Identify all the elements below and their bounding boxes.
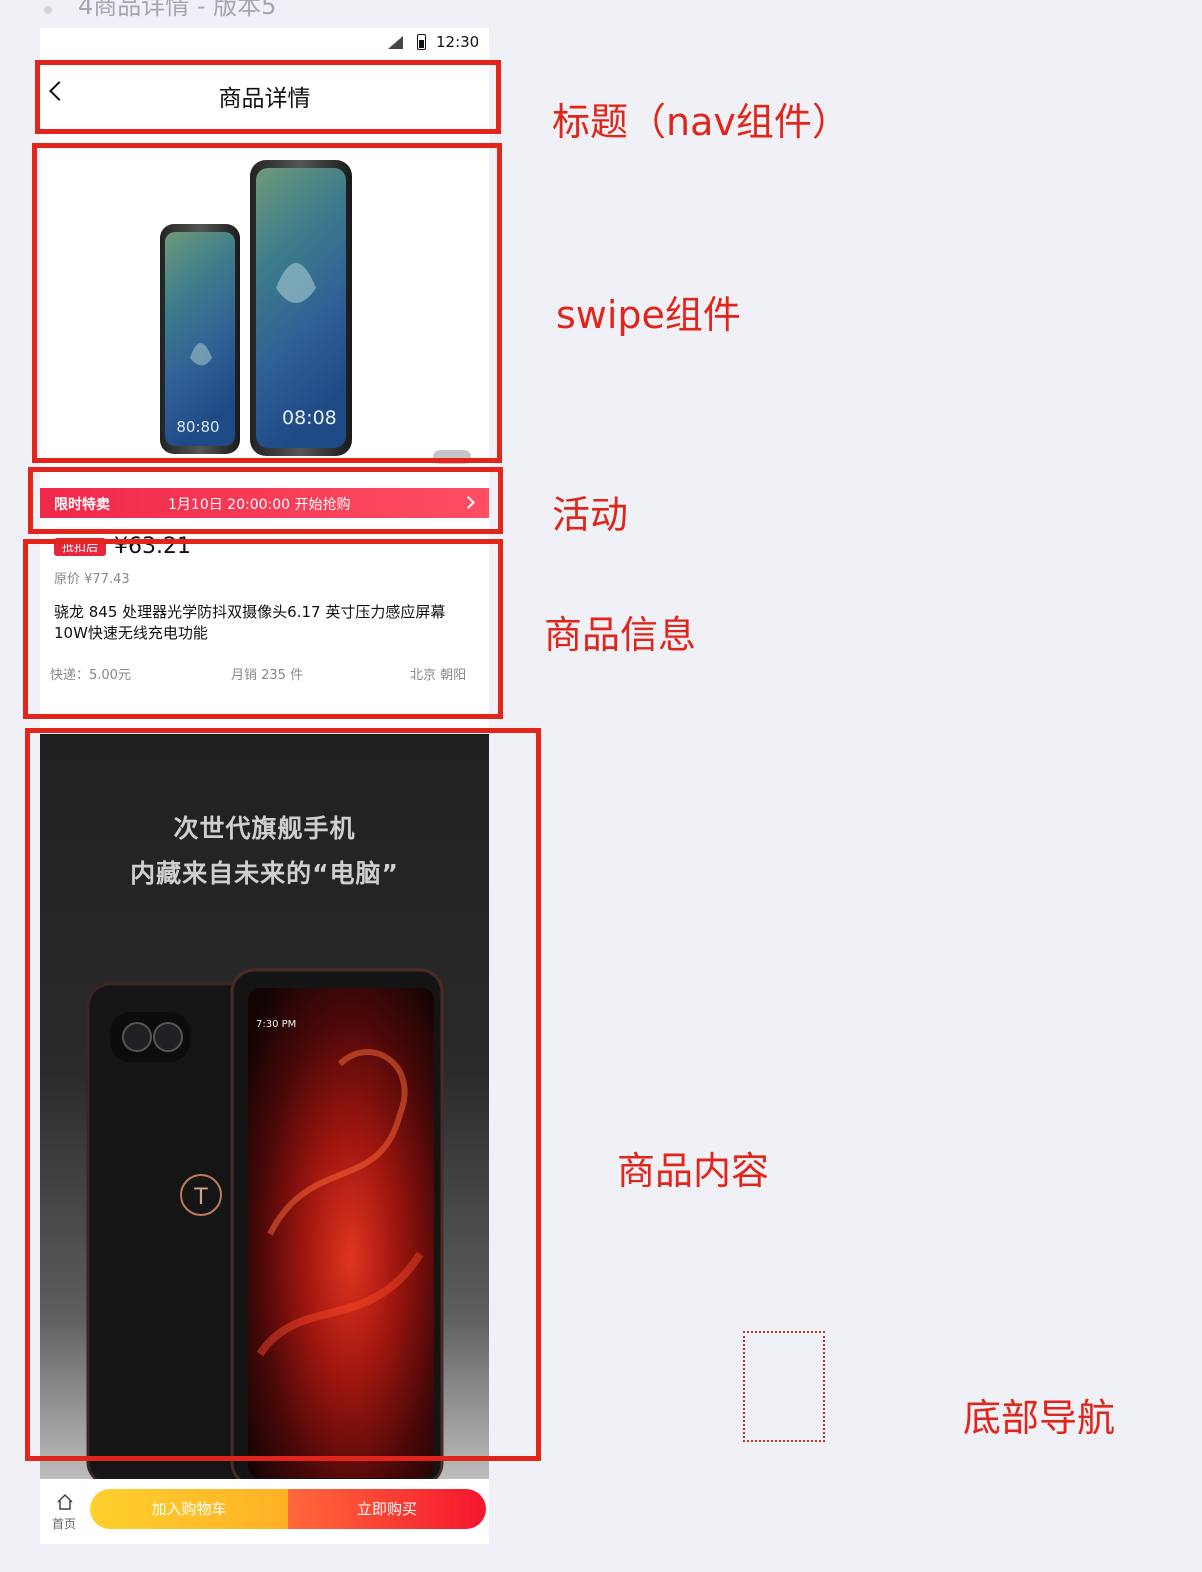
annotation-label-activity: 活动: [552, 493, 629, 537]
annotation-box-info: [23, 539, 503, 719]
annotation-placeholder: [743, 1331, 825, 1442]
annotation-label-bottom-nav: 底部导航: [963, 1396, 1116, 1440]
home-label[interactable]: 首页: [52, 1515, 76, 1532]
home-icon[interactable]: [56, 1493, 74, 1511]
annotation-box-swipe: [32, 143, 502, 463]
annotation-box-nav: [35, 60, 501, 134]
status-bar: 12:30: [40, 28, 489, 58]
annotation-label-content: 商品内容: [617, 1149, 770, 1193]
signal-icon: [388, 36, 403, 49]
battery-icon: [417, 34, 426, 50]
doc-bullet: [44, 6, 52, 14]
buy-now-button[interactable]: 立即购买: [288, 1489, 486, 1529]
annotation-box-activity: [28, 467, 503, 534]
document-title: 4商品详情 - 版本5: [78, 0, 277, 20]
bottom-bar: 首页 加入购物车 立即购买: [40, 1479, 489, 1544]
status-time: 12:30: [436, 33, 480, 51]
add-to-cart-button[interactable]: 加入购物车: [90, 1489, 288, 1529]
annotation-label-nav: 标题（nav组件）: [552, 100, 850, 144]
annotation-label-swipe: swipe组件: [556, 293, 741, 337]
annotation-label-info: 商品信息: [544, 613, 697, 657]
annotation-box-content: [25, 728, 541, 1461]
